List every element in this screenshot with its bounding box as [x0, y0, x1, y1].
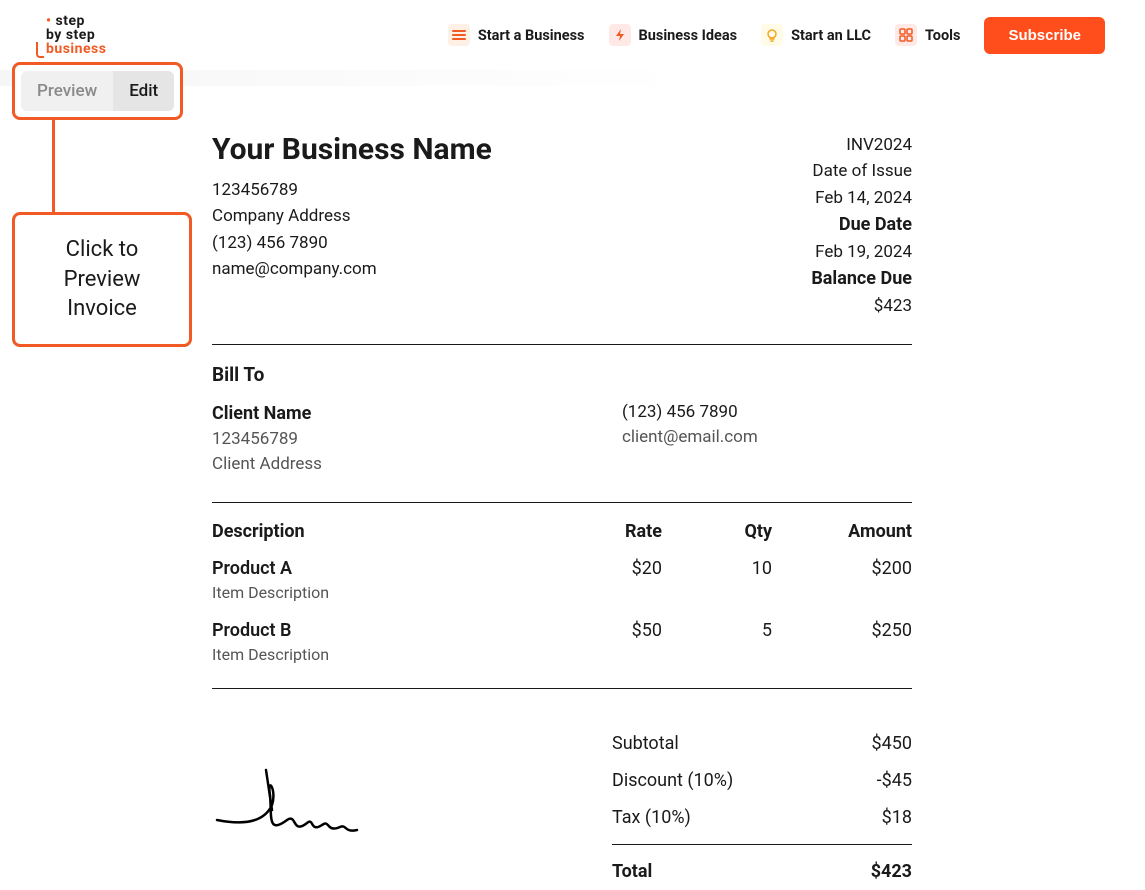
col-amount: Amount [772, 521, 912, 542]
item-row: Product B Item Description $50 5 $250 [212, 620, 912, 664]
client-block-left: Client Name 123456789 Client Address [212, 400, 322, 478]
logo-line-2: by step [46, 28, 106, 42]
nav-label: Business Ideas [639, 27, 738, 44]
item-amount: $200 [772, 558, 912, 579]
item-qty: 5 [662, 620, 772, 641]
grid-icon [895, 24, 917, 46]
preview-callout: Preview Edit Click to Preview Invoice [12, 62, 192, 347]
totals-divider [612, 844, 912, 845]
nav-tools[interactable]: Tools [895, 24, 960, 46]
preview-tab[interactable]: Preview [21, 71, 113, 111]
col-rate: Rate [552, 521, 662, 542]
nav-label: Start an LLC [791, 27, 871, 44]
item-rate: $20 [552, 558, 662, 579]
client-block-right: (123) 456 7890 client@email.com [622, 400, 758, 478]
col-qty: Qty [662, 521, 772, 542]
client-phone: (123) 456 7890 [622, 400, 758, 426]
divider [212, 502, 912, 503]
client-name: Client Name [212, 400, 322, 427]
client-id: 123456789 [212, 427, 322, 453]
nav-business-ideas[interactable]: Business Ideas [609, 24, 738, 46]
due-label: Due Date [811, 211, 912, 239]
tax-value: $18 [882, 807, 912, 828]
item-amount: $250 [772, 620, 912, 641]
nav-start-llc[interactable]: Start an LLC [761, 24, 871, 46]
mode-toggle: Preview Edit [12, 62, 183, 120]
total-label: Total [612, 861, 652, 882]
discount-label: Discount (10%) [612, 770, 733, 791]
balance-due: $423 [811, 293, 912, 319]
signature-icon [212, 765, 382, 845]
items-header: Description Rate Qty Amount [212, 521, 912, 542]
site-logo[interactable]: step by step business [40, 14, 106, 56]
callout-arrow-icon [52, 120, 55, 212]
bill-to-label: Bill To [212, 363, 912, 386]
divider [212, 688, 912, 689]
business-block: Your Business Name 123456789 Company Add… [212, 132, 492, 320]
invoice-meta: INV2024 Date of Issue Feb 14, 2024 Due D… [811, 132, 912, 320]
nav-label: Tools [925, 27, 960, 44]
menu-icon [448, 24, 470, 46]
item-row: Product A Item Description $20 10 $200 [212, 558, 912, 602]
subtotal-value: $450 [872, 733, 912, 754]
business-id: 123456789 [212, 177, 492, 203]
business-address: Company Address [212, 203, 492, 229]
item-description: Item Description [212, 583, 552, 602]
discount-value: -$45 [877, 770, 912, 791]
invoice-number: INV2024 [811, 132, 912, 158]
business-email: name@company.com [212, 256, 492, 282]
tax-label: Tax (10%) [612, 807, 691, 828]
logo-line-3: business [46, 42, 106, 56]
edit-tab[interactable]: Edit [113, 71, 174, 111]
callout-tip: Click to Preview Invoice [12, 212, 192, 347]
col-description: Description [212, 521, 552, 542]
item-rate: $50 [552, 620, 662, 641]
bolt-icon [609, 24, 631, 46]
lightbulb-icon [761, 24, 783, 46]
item-name: Product B [212, 620, 552, 641]
issue-date: Feb 14, 2024 [811, 185, 912, 211]
issue-label: Date of Issue [811, 158, 912, 184]
logo-bracket-icon [36, 42, 44, 58]
client-email: client@email.com [622, 425, 758, 451]
item-description: Item Description [212, 645, 552, 664]
business-phone: (123) 456 7890 [212, 230, 492, 256]
top-nav: step by step business Start a Business B… [0, 0, 1145, 70]
invoice-document: Your Business Name 123456789 Company Add… [212, 132, 912, 890]
nav-label: Start a Business [478, 27, 585, 44]
logo-line-1: step [46, 14, 106, 28]
balance-label: Balance Due [811, 265, 912, 293]
business-name: Your Business Name [212, 132, 492, 167]
nav-start-business[interactable]: Start a Business [448, 24, 585, 46]
item-name: Product A [212, 558, 552, 579]
total-value: $423 [871, 861, 912, 882]
divider [212, 344, 912, 345]
subtotal-label: Subtotal [612, 733, 679, 754]
subscribe-button[interactable]: Subscribe [984, 17, 1105, 54]
due-date: Feb 19, 2024 [811, 239, 912, 265]
item-qty: 10 [662, 558, 772, 579]
client-address: Client Address [212, 452, 322, 478]
signature-area [212, 725, 382, 890]
totals-block: Subtotal $450 Discount (10%) -$45 Tax (1… [612, 725, 912, 890]
